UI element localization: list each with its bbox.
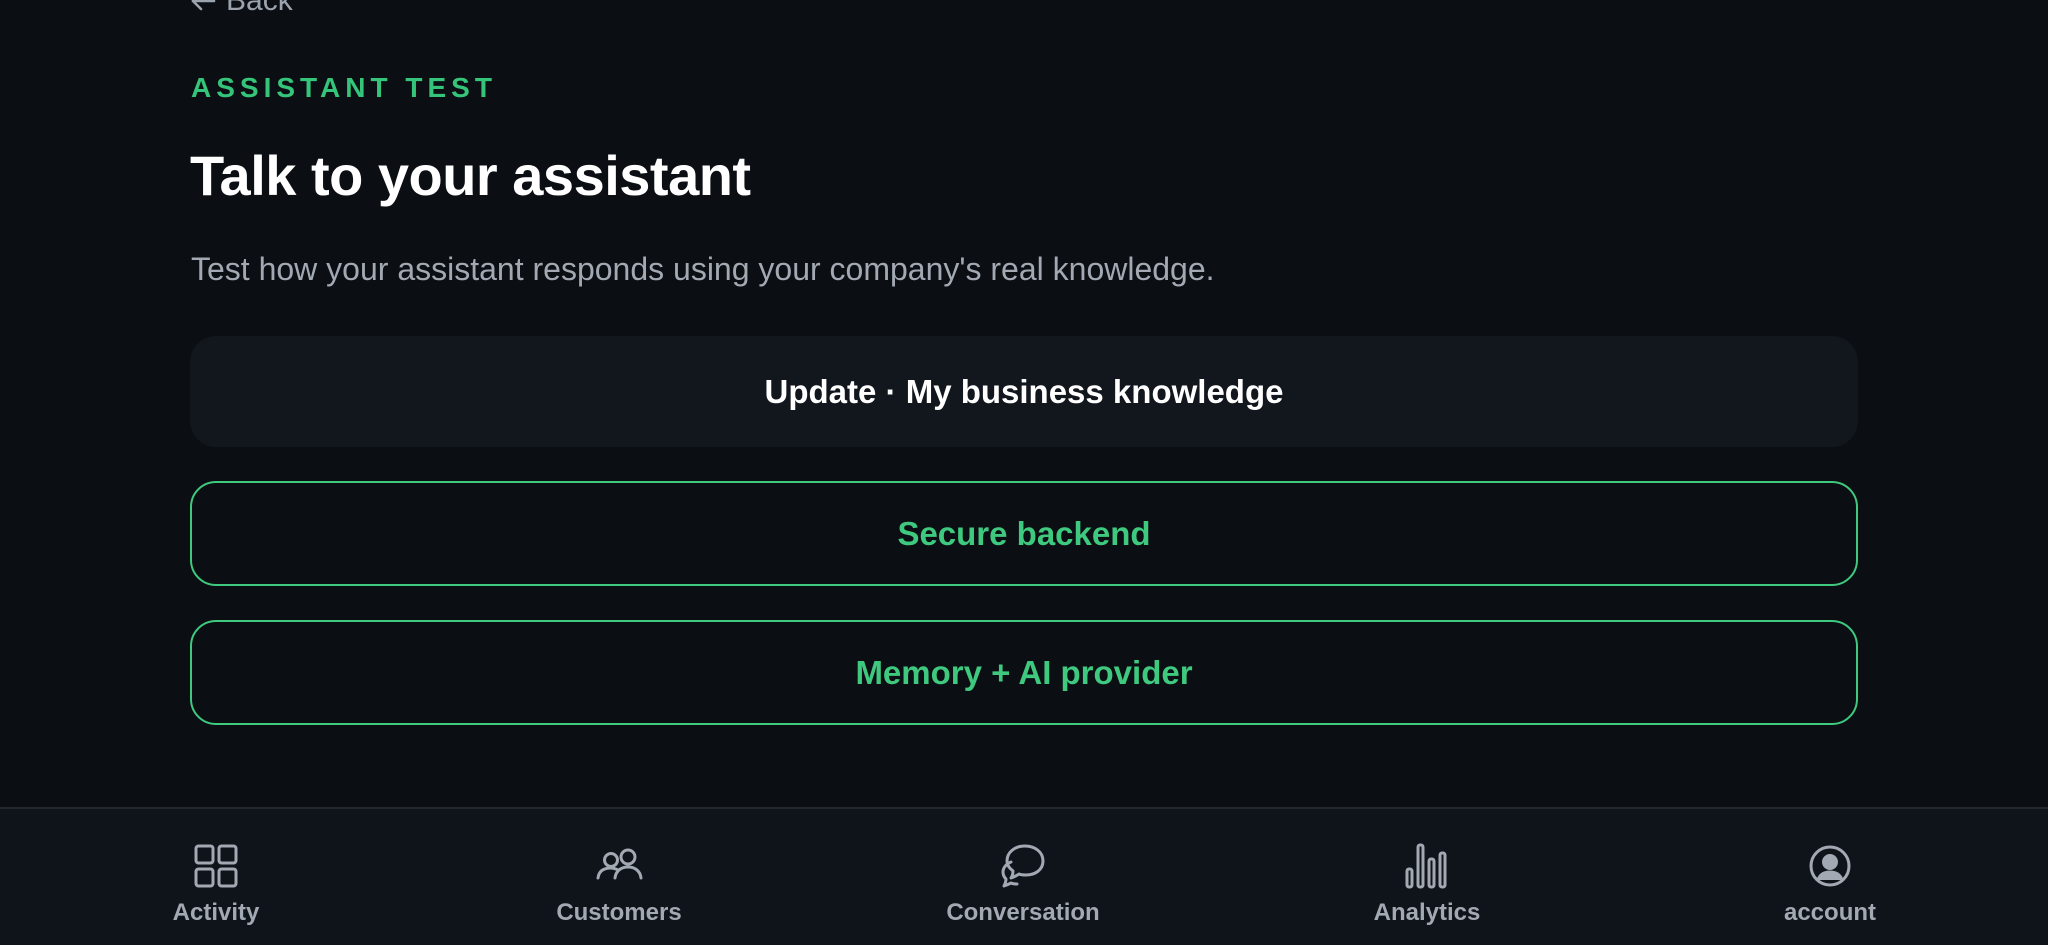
arrow-left-icon	[190, 0, 216, 12]
update-knowledge-button[interactable]: Update · My business knowledge	[190, 336, 1858, 447]
memory-ai-provider-button[interactable]: Memory + AI provider	[190, 620, 1858, 725]
users-icon	[594, 841, 644, 891]
nav-label-conversation: Conversation	[946, 899, 1100, 926]
nav-item-analytics[interactable]: Analytics	[1297, 809, 1557, 945]
section-eyebrow: ASSISTANT TEST	[191, 72, 497, 103]
chat-bubbles-icon	[998, 841, 1048, 891]
grid-icon	[191, 841, 241, 891]
nav-item-customers[interactable]: Customers	[489, 809, 749, 945]
page-title: Talk to your assistant	[190, 144, 751, 207]
user-circle-icon	[1805, 841, 1855, 891]
nav-label-analytics: Analytics	[1373, 899, 1481, 926]
nav-label-account: account	[1783, 899, 1876, 926]
nav-item-account[interactable]: account	[1700, 809, 1960, 945]
nav-label-customers: Customers	[556, 899, 682, 926]
back-link[interactable]: Back	[190, 0, 293, 17]
bottom-nav: Activity Customers Conversation Analytic…	[0, 807, 2048, 945]
nav-item-activity[interactable]: Activity	[86, 809, 346, 945]
bar-chart-icon	[1402, 841, 1452, 891]
back-label: Back	[226, 0, 293, 17]
nav-item-conversation[interactable]: Conversation	[893, 809, 1153, 945]
nav-label-activity: Activity	[172, 899, 260, 926]
assistant-test-page: Back ASSISTANT TEST Talk to your assista…	[0, 0, 2048, 945]
page-subtitle: Test how your assistant responds using y…	[191, 251, 1215, 287]
secure-backend-button[interactable]: Secure backend	[190, 481, 1858, 586]
